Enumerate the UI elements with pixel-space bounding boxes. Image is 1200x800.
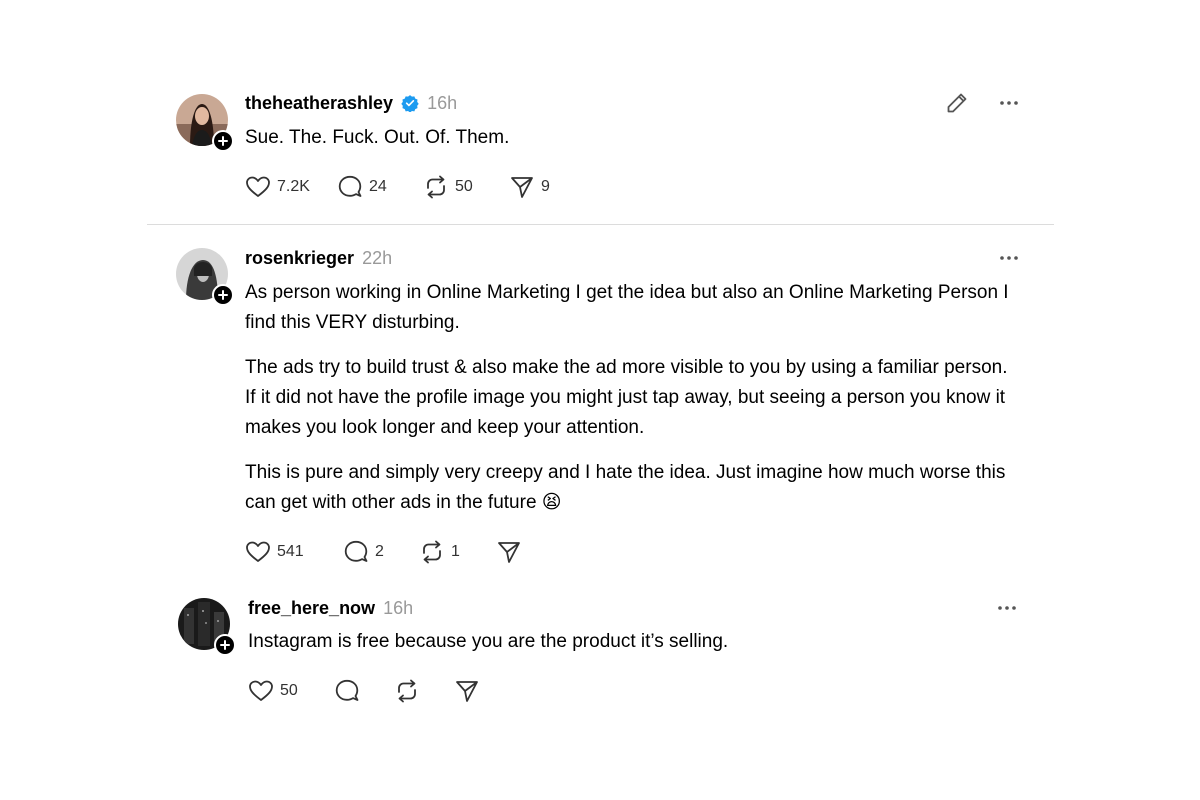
more-options-icon[interactable] [997,93,1021,113]
avatar[interactable] [178,598,236,656]
post-paragraph: Sue. The. Fuck. Out. Of. Them. [245,127,510,148]
heart-icon [246,541,270,562]
post-actions: 541 2 1 [245,538,528,566]
avatar[interactable] [176,248,234,306]
post-timestamp: 16h [383,597,414,618]
heart-icon [249,680,273,701]
comment-icon [344,540,368,562]
post-actions: 7.2K 24 50 9 [245,173,550,201]
post-body: As person working in Online Marketing I … [245,278,1010,533]
post-paragraph: The ads try to build trust & also make t… [245,357,1008,438]
divider [147,224,1054,225]
verified-badge-icon [401,95,419,112]
reply-count: 24 [369,178,387,195]
heart-icon [246,176,270,197]
post-body: Sue. The. Fuck. Out. Of. Them. [245,123,1005,168]
comment-icon [335,679,359,701]
avatar[interactable] [176,94,234,152]
like-count: 7.2K [277,178,310,195]
like-count: 50 [280,682,298,699]
reply-button[interactable]: 2 [343,540,419,564]
post-actions: 50 [248,677,486,705]
post-body: Instagram is free because you are the pr… [248,627,1008,672]
send-icon [456,681,478,702]
comment-icon [338,175,362,197]
repost-count: 50 [455,178,473,195]
post-header: theheatherashley 16h [245,91,457,115]
repost-icon [398,679,416,703]
like-button[interactable]: 50 [248,679,334,703]
like-button[interactable]: 541 [245,540,343,564]
repost-icon [423,540,441,564]
post-timestamp: 16h [427,92,458,113]
username[interactable]: rosenkrieger [245,248,354,269]
username[interactable]: free_here_now [248,598,375,619]
send-icon [511,177,533,198]
reply-count: 2 [375,543,384,560]
repost-icon [427,175,445,199]
more-options-icon[interactable] [995,598,1019,618]
username[interactable]: theheatherashley [245,93,393,114]
post-header: rosenkrieger 22h [245,246,392,270]
repost-button[interactable]: 50 [423,175,509,199]
repost-button[interactable]: 1 [419,540,496,564]
share-button[interactable]: 9 [509,175,550,199]
reply-button[interactable]: 24 [337,175,423,199]
share-button[interactable] [454,679,486,703]
share-count: 9 [541,178,550,195]
send-icon [498,542,520,563]
reply-button[interactable] [334,679,394,703]
follow-plus-icon[interactable] [212,130,234,152]
post-paragraph: Instagram is free because you are the pr… [248,631,729,652]
like-count: 541 [277,543,304,560]
post-paragraph: As person working in Online Marketing I … [245,282,1009,333]
post-paragraph: This is pure and simply very creepy and … [245,462,1006,513]
repost-count: 1 [451,543,460,560]
like-button[interactable]: 7.2K [245,175,337,199]
follow-plus-icon[interactable] [212,284,234,306]
post-timestamp: 22h [362,247,393,268]
repost-button[interactable] [394,679,454,703]
follow-plus-icon[interactable] [214,634,236,656]
more-options-icon[interactable] [997,248,1021,268]
post-header: free_here_now 16h [248,596,413,620]
share-button[interactable] [496,540,528,564]
edit-pencil-icon[interactable] [944,90,970,116]
